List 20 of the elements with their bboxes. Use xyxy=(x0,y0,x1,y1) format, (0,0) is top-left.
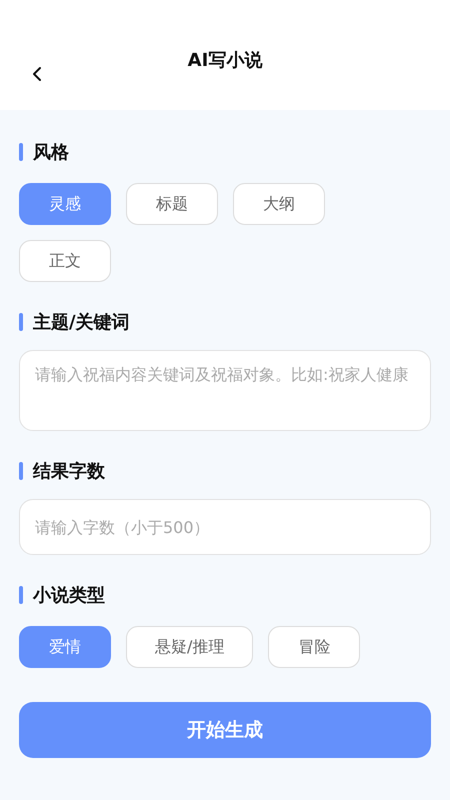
section-title: 风格 xyxy=(33,140,69,164)
option-chip[interactable]: 冒险 xyxy=(268,626,360,668)
section-marker xyxy=(19,313,23,331)
keyword-field[interactable]: 请输入祝福内容关键词及祝福对象。比如:祝家人健康 xyxy=(19,350,431,431)
option-chip[interactable]: 爱情 xyxy=(19,626,111,668)
start-generate-button[interactable]: 开始生成 xyxy=(19,702,431,758)
back-icon[interactable] xyxy=(31,66,43,82)
option-chip[interactable]: 大纲 xyxy=(233,183,325,225)
option-chip[interactable]: 悬疑/推理 xyxy=(126,626,254,668)
section-title: 结果字数 xyxy=(33,460,105,484)
section-marker xyxy=(19,462,23,480)
option-chip[interactable]: 灵感 xyxy=(19,183,111,225)
option-chip[interactable]: 标题 xyxy=(126,183,218,225)
word-count-field[interactable]: 请输入字数（小于500） xyxy=(19,499,431,555)
option-chip[interactable]: 正文 xyxy=(19,240,111,282)
page-title: AI写小说 xyxy=(188,48,262,72)
section-marker xyxy=(19,143,23,161)
section-marker xyxy=(19,586,23,604)
section-title: 小说类型 xyxy=(33,584,105,608)
section-title: 主题/关键词 xyxy=(33,310,130,334)
